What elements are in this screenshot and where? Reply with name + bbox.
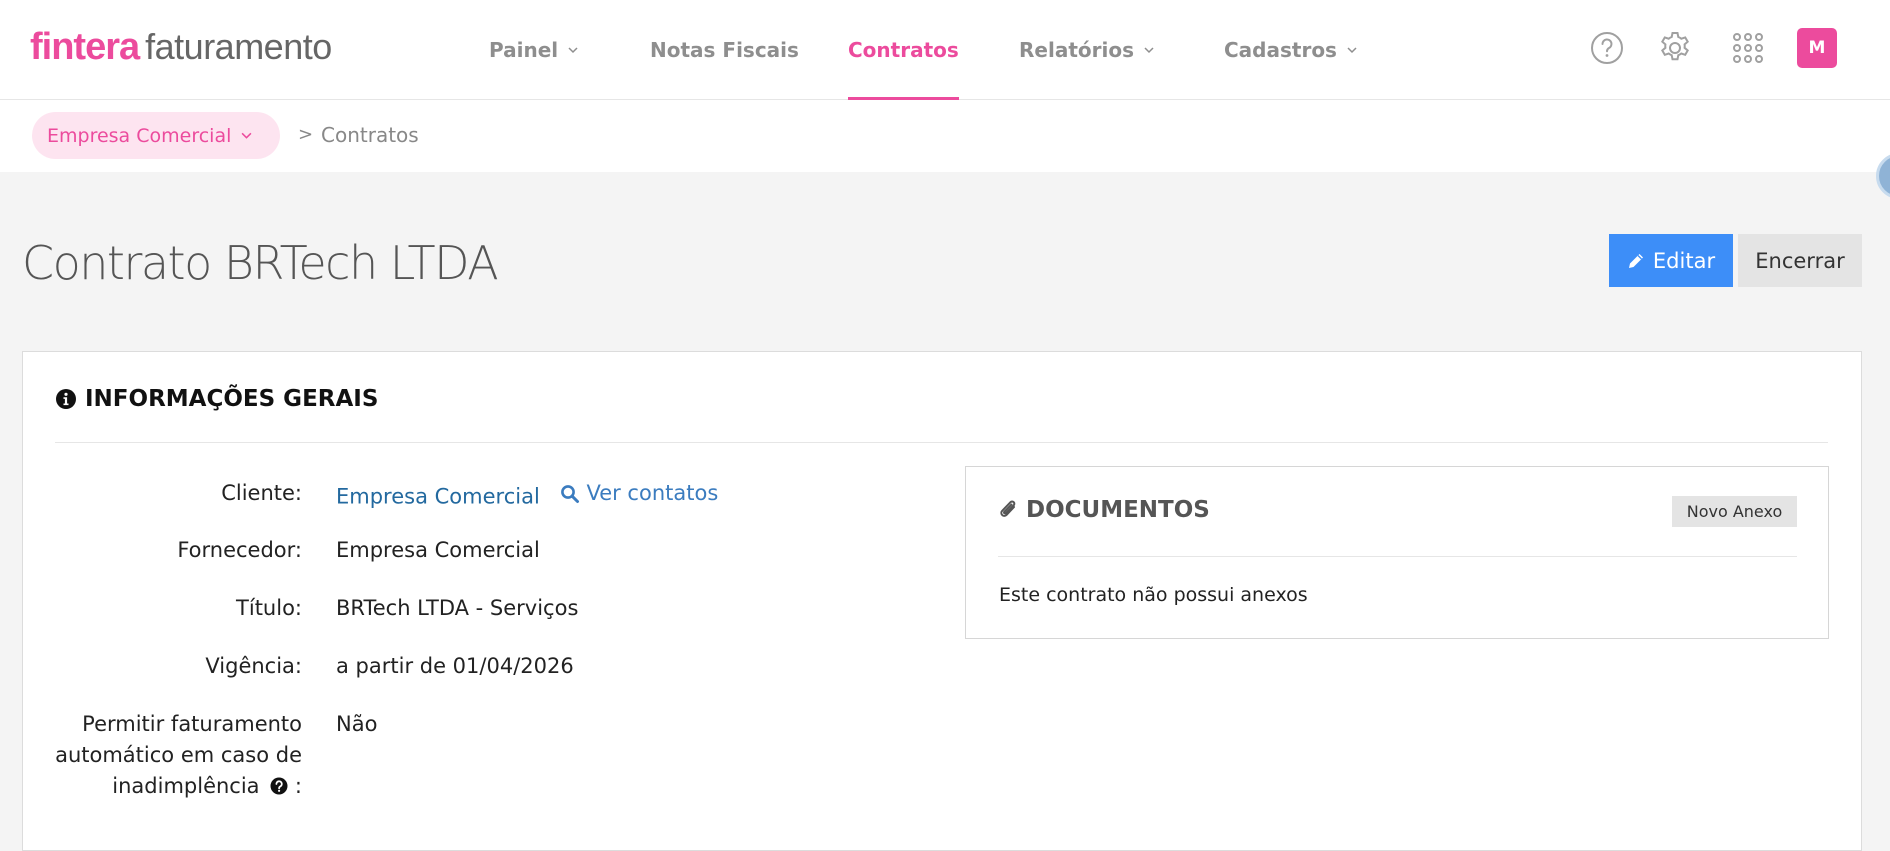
paperclip-icon xyxy=(1000,500,1016,517)
auto-billing-label-line-3: inadimplência : xyxy=(23,771,302,802)
app-logo[interactable]: fintera faturamento xyxy=(30,26,332,70)
chevron-down-icon xyxy=(1144,47,1154,54)
view-contacts-link[interactable]: Ver contatos xyxy=(560,478,718,509)
title-label: Título: xyxy=(236,596,302,620)
edit-button[interactable]: Editar xyxy=(1609,234,1733,287)
nav-painel-label: Painel xyxy=(489,38,559,62)
supplier-value: Empresa Comercial xyxy=(336,538,540,562)
search-icon xyxy=(561,484,580,503)
documents-title: DOCUMENTOS xyxy=(1026,497,1210,523)
auto-billing-label-line-2: automático em caso de xyxy=(55,743,302,767)
auto-billing-label: Permitir faturamento automático em caso … xyxy=(23,709,302,802)
auto-billing-label-text: inadimplência xyxy=(112,774,260,798)
nav-notas-fiscais[interactable]: Notas Fiscais xyxy=(650,0,799,100)
validity-value: a partir de 01/04/2026 xyxy=(336,654,574,678)
brand-name: fintera xyxy=(30,26,140,68)
view-contacts-label: Ver contatos xyxy=(586,481,719,505)
apps-grid-icon xyxy=(1733,33,1763,63)
info-circle-icon xyxy=(56,389,76,409)
documents-empty-message: Este contrato não possui anexos xyxy=(999,584,1308,606)
question-circle-icon[interactable] xyxy=(270,777,288,795)
apps-button[interactable] xyxy=(1728,28,1768,68)
chevron-down-icon xyxy=(568,47,578,54)
product-name: faturamento xyxy=(145,26,332,67)
validity-label: Vigência: xyxy=(205,654,302,678)
top-navbar: fintera faturamento Painel Notas Fiscais… xyxy=(0,0,1890,100)
client-link[interactable]: Empresa Comercial xyxy=(336,485,540,509)
general-info-card: INFORMAÇÕES GERAIS Cliente: Empresa Come… xyxy=(22,351,1862,851)
client-value: Empresa Comercial Ver contatos xyxy=(336,478,718,513)
breadcrumb-separator: > xyxy=(298,124,314,145)
nav-cadastros-label: Cadastros xyxy=(1224,38,1337,62)
client-label: Cliente: xyxy=(221,481,302,505)
new-attachment-button[interactable]: Novo Anexo xyxy=(1672,496,1797,527)
pencil-icon xyxy=(1628,253,1643,268)
user-avatar[interactable]: M xyxy=(1797,28,1837,68)
auto-billing-label-colon: : xyxy=(294,774,302,798)
divider xyxy=(998,556,1797,557)
breadcrumb-current: Contratos xyxy=(321,123,419,147)
end-contract-button[interactable]: Encerrar xyxy=(1738,234,1862,287)
general-info-header: INFORMAÇÕES GERAIS xyxy=(55,386,378,412)
settings-button[interactable] xyxy=(1655,28,1695,68)
edit-button-label: Editar xyxy=(1652,248,1716,273)
nav-relatorios-label: Relatórios xyxy=(1019,38,1134,62)
breadcrumb: Empresa Comercial > Contratos xyxy=(0,100,1890,172)
nav-painel[interactable]: Painel xyxy=(489,0,578,100)
nav-relatorios[interactable]: Relatórios xyxy=(1019,0,1154,100)
nav-notas-fiscais-label: Notas Fiscais xyxy=(650,38,799,62)
nav-contratos-label: Contratos xyxy=(848,38,959,62)
auto-billing-value: Não xyxy=(336,712,378,736)
page-title: Contrato BRTech LTDA xyxy=(22,236,499,290)
end-contract-button-label: Encerrar xyxy=(1755,248,1845,273)
title-value: BRTech LTDA - Serviços xyxy=(336,596,579,620)
divider xyxy=(55,442,1828,443)
chevron-down-icon xyxy=(241,132,252,139)
company-selector[interactable]: Empresa Comercial xyxy=(32,112,280,159)
documents-panel: DOCUMENTOS Novo Anexo Este contrato não … xyxy=(965,466,1829,639)
chevron-down-icon xyxy=(1347,47,1357,54)
help-button[interactable] xyxy=(1587,28,1627,68)
documents-header: DOCUMENTOS xyxy=(998,497,1210,523)
nav-cadastros[interactable]: Cadastros xyxy=(1224,0,1357,100)
auto-billing-label-line-1: Permitir faturamento xyxy=(82,712,302,736)
new-attachment-label: Novo Anexo xyxy=(1686,502,1783,521)
nav-contratos[interactable]: Contratos xyxy=(848,0,959,100)
general-info-title: INFORMAÇÕES GERAIS xyxy=(85,386,379,412)
company-selector-label: Empresa Comercial xyxy=(47,124,232,147)
supplier-label: Fornecedor: xyxy=(177,538,302,562)
help-circle-icon xyxy=(1591,32,1623,64)
gear-icon xyxy=(1661,32,1689,61)
